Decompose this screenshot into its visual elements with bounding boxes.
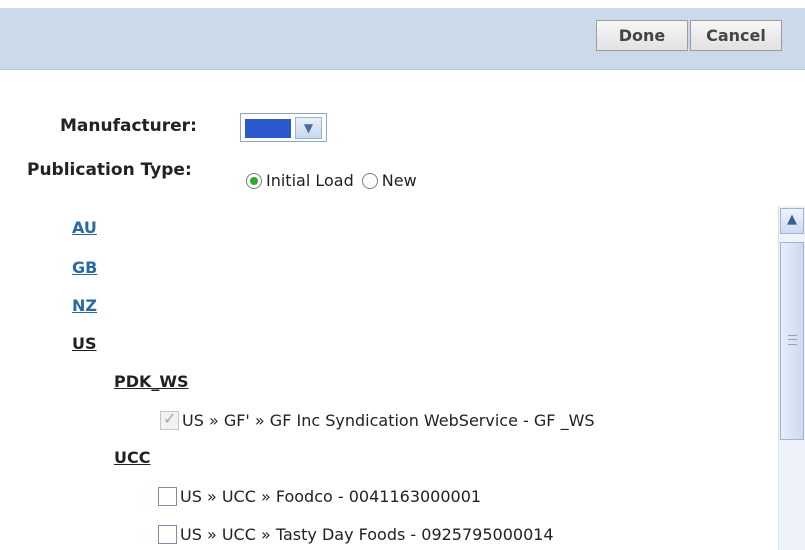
tree-item-foodco: US » UCC » Foodco - 0041163000001 [158, 486, 481, 506]
tree-item-label: US » GF' » GF Inc Syndication WebService… [182, 411, 595, 430]
grip-icon [788, 335, 797, 345]
vertical-scrollbar[interactable]: ▲ [778, 206, 805, 550]
manufacturer-color-swatch [245, 119, 291, 138]
tree-item-label: US » UCC » Tasty Day Foods - 09257950000… [180, 525, 554, 544]
cancel-button[interactable]: Cancel [690, 20, 782, 51]
checkbox-foodco[interactable] [158, 487, 177, 506]
done-button[interactable]: Done [596, 20, 688, 51]
tree-market-au[interactable]: AU [72, 218, 97, 237]
tree-item-gf-ws: US » GF' » GF Inc Syndication WebService… [160, 409, 595, 430]
publication-type-radio-group: Initial Load New [246, 170, 425, 190]
toolbar: Done Cancel [0, 8, 805, 70]
checkbox-tasty-day-foods[interactable] [158, 525, 177, 544]
radio-initial-load-label[interactable]: Initial Load [266, 171, 354, 190]
scroll-up-arrow-icon[interactable]: ▲ [780, 208, 804, 234]
tree-item-tasty-day-foods: US » UCC » Tasty Day Foods - 09257950000… [158, 524, 554, 544]
chevron-down-icon[interactable]: ▼ [295, 117, 322, 139]
tree-group-ucc[interactable]: UCC [114, 448, 150, 467]
publication-type-label: Publication Type: [27, 160, 192, 180]
radio-new[interactable] [361, 172, 378, 189]
radio-new-label[interactable]: New [382, 171, 417, 190]
tree-market-nz[interactable]: NZ [72, 296, 97, 315]
scroll-thumb[interactable] [780, 242, 804, 440]
tree-group-pdk-ws[interactable]: PDK_WS [114, 372, 189, 391]
tree-market-gb[interactable]: GB [72, 258, 97, 277]
tree-item-label: US » UCC » Foodco - 0041163000001 [180, 487, 482, 506]
manufacturer-select[interactable]: ▼ [240, 113, 327, 142]
manufacturer-label: Manufacturer: [60, 116, 197, 136]
window-top-edge [0, 0, 805, 8]
radio-initial-load[interactable] [246, 172, 262, 189]
checkbox-disabled [160, 409, 179, 430]
tree-market-us[interactable]: US [72, 334, 97, 353]
